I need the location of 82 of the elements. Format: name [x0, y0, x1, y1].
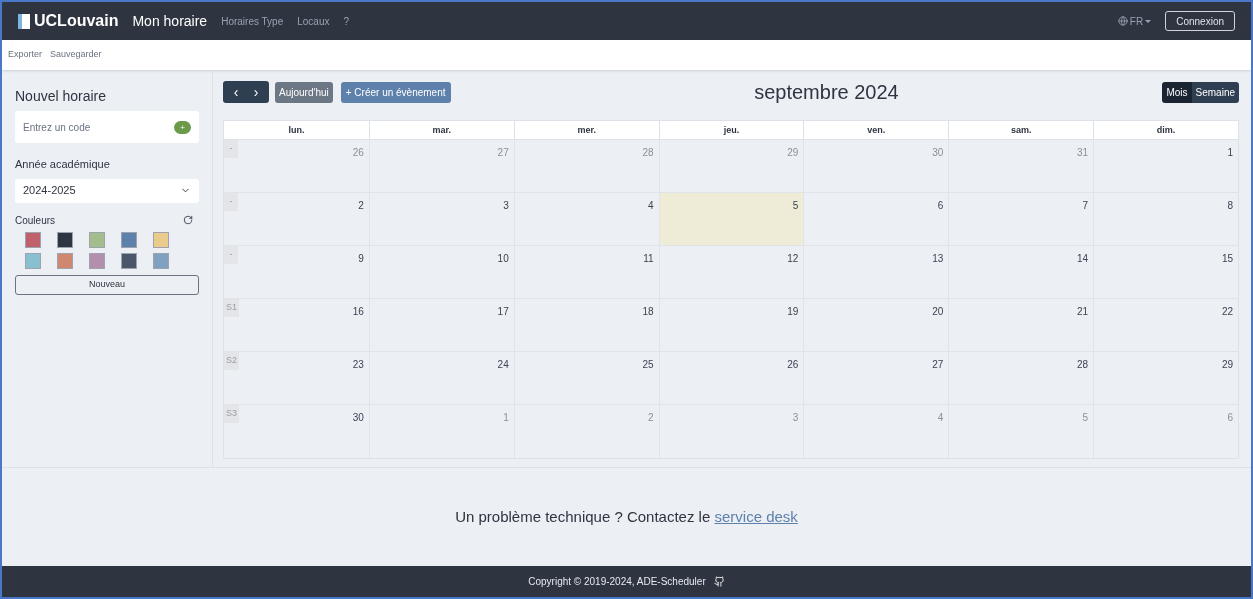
- color-swatch[interactable]: [89, 252, 105, 269]
- next-button[interactable]: ›: [247, 85, 265, 99]
- day-cell[interactable]: 14: [948, 246, 1094, 298]
- nav-link[interactable]: Locaux: [297, 13, 330, 29]
- color-swatch[interactable]: [121, 231, 137, 248]
- day-cell[interactable]: 17: [368, 299, 514, 351]
- day-cell[interactable]: 15: [1093, 246, 1238, 298]
- day-cell[interactable]: S3 30: [224, 405, 369, 458]
- today-button[interactable]: Aujourd'hui: [275, 81, 333, 103]
- year-select[interactable]: 2024-2025: [15, 178, 199, 203]
- day-cell[interactable]: 25: [513, 352, 659, 404]
- column-header: sam.: [948, 121, 1094, 140]
- day-cell[interactable]: 8: [1093, 193, 1238, 245]
- day-cell[interactable]: 26: [658, 352, 804, 404]
- day-cell[interactable]: 10: [368, 246, 514, 298]
- previous-button[interactable]: ‹: [227, 85, 245, 99]
- day-cell[interactable]: 13: [803, 246, 949, 298]
- day-cell[interactable]: 4: [513, 193, 659, 245]
- day-cell[interactable]: 12: [658, 246, 804, 298]
- create-event-button[interactable]: + Créer un évènement: [340, 81, 451, 103]
- color-swatch[interactable]: [57, 231, 73, 248]
- github-icon[interactable]: [713, 576, 725, 587]
- day-cell[interactable]: 1: [1093, 140, 1238, 192]
- caret-icon: [1145, 19, 1152, 23]
- new-button[interactable]: Nouveau: [15, 274, 199, 295]
- sidebar-title: Nouvel horaire: [15, 87, 108, 106]
- day-cell[interactable]: 20: [803, 299, 949, 351]
- week-label: -: [224, 246, 238, 264]
- day-cell[interactable]: 11: [513, 246, 659, 298]
- day-cell[interactable]: 7: [948, 193, 1094, 245]
- view-toggle[interactable]: Semaine: [1191, 81, 1239, 103]
- color-swatch[interactable]: [25, 252, 41, 269]
- menu-link[interactable]: Sauvegarder: [50, 48, 102, 62]
- day-cell[interactable]: 19: [658, 299, 804, 351]
- week-label: S2: [224, 352, 239, 370]
- day-cell[interactable]: - 9: [224, 246, 369, 298]
- color-swatch[interactable]: [57, 252, 73, 269]
- day-cell[interactable]: 6: [803, 193, 949, 245]
- column-header: dim.: [1093, 121, 1238, 140]
- nav-link[interactable]: Horaires Type: [221, 13, 284, 29]
- day-cell[interactable]: 27: [803, 352, 949, 404]
- service-desk-link[interactable]: service desk: [714, 507, 798, 525]
- login-button[interactable]: Connexion: [1165, 11, 1235, 31]
- help-message: Un problème technique ? Contactez le service desk: [455, 506, 798, 527]
- day-cell[interactable]: 22: [1093, 299, 1238, 351]
- day-cell[interactable]: S2 23: [224, 352, 369, 404]
- day-cell[interactable]: - 2: [224, 193, 369, 245]
- color-swatch[interactable]: [25, 231, 41, 248]
- color-swatch[interactable]: [153, 252, 169, 269]
- nav-link[interactable]: Mon horaire: [132, 10, 208, 32]
- reset-icon[interactable]: [183, 215, 193, 225]
- language-dropdown[interactable]: FR: [1117, 13, 1152, 29]
- column-header: mar.: [368, 121, 514, 140]
- copyright-text: Copyright © 2019-2024, ADE-Scheduler: [528, 575, 706, 589]
- globe-icon: [1117, 16, 1128, 26]
- column-header: jeu.: [658, 121, 804, 140]
- color-swatch[interactable]: [153, 231, 169, 248]
- day-cell[interactable]: 3: [368, 193, 514, 245]
- color-swatch[interactable]: [121, 252, 137, 269]
- week-label: -: [224, 140, 238, 158]
- week-label: S1: [224, 299, 239, 317]
- view-toggle[interactable]: Mois: [1162, 81, 1192, 103]
- week-label: -: [224, 193, 238, 211]
- color-swatch[interactable]: [89, 231, 105, 248]
- brand-logo[interactable]: UCLouvain: [34, 9, 119, 33]
- column-header: ven.: [803, 121, 949, 140]
- nav-link[interactable]: ?: [343, 13, 350, 29]
- day-cell[interactable]: 5: [658, 193, 804, 245]
- column-header: lun.: [287, 124, 306, 137]
- month-title: septembre 2024: [754, 80, 899, 105]
- day-cell[interactable]: 29: [1093, 352, 1238, 404]
- week-label: S3: [224, 405, 239, 423]
- year-label: Année académique: [15, 157, 111, 172]
- day-cell[interactable]: S1 16: [224, 299, 369, 351]
- day-cell[interactable]: 21: [948, 299, 1094, 351]
- menu-link[interactable]: Exporter: [8, 48, 42, 62]
- day-cell[interactable]: 18: [513, 299, 659, 351]
- column-header: mer.: [513, 121, 659, 140]
- logo-icon: [18, 13, 30, 29]
- day-cell[interactable]: 28: [948, 352, 1094, 404]
- colors-label: Couleurs: [15, 213, 56, 228]
- day-cell[interactable]: 24: [368, 352, 514, 404]
